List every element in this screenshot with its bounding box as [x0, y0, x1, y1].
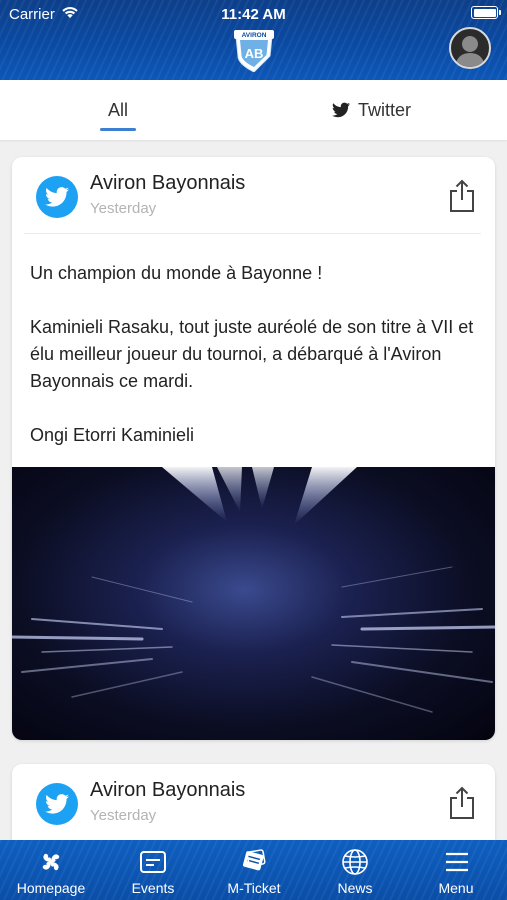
twitter-icon — [331, 102, 350, 118]
nav-homepage-label: Homepage — [16, 880, 86, 896]
post-author[interactable]: Aviron Bayonnais — [90, 779, 245, 802]
nav-menu[interactable]: Menu — [411, 840, 501, 900]
globe-icon — [342, 849, 368, 875]
share-icon[interactable] — [449, 179, 475, 213]
nav-events[interactable]: Events — [108, 840, 198, 900]
twitter-icon — [36, 783, 78, 825]
post-paragraph: Ongi Etorri Kaminieli — [30, 425, 195, 445]
events-icon — [140, 851, 166, 873]
aviron-bayonnais-logo[interactable]: AVIRON AB — [232, 26, 276, 72]
nav-m-ticket[interactable]: M-Ticket — [209, 840, 299, 900]
tab-twitter[interactable]: Twitter — [236, 80, 507, 140]
nav-events-label: Events — [131, 880, 175, 896]
share-icon[interactable] — [449, 786, 475, 820]
post-image[interactable] — [12, 467, 495, 740]
app-header: Carrier 11:42 AM AVIRON AB — [0, 0, 507, 80]
tab-all-label: All — [107, 99, 128, 120]
nav-news[interactable]: News — [310, 840, 400, 900]
post-time: Yesterday — [90, 807, 157, 824]
status-bar: Carrier 11:42 AM — [0, 0, 507, 28]
avatar-icon — [455, 36, 485, 67]
post-paragraph: Kaminieli Rasaku, tout juste auréolé de … — [30, 317, 474, 391]
tab-all[interactable]: All — [0, 80, 236, 140]
light-streaks-image — [12, 467, 495, 713]
active-tab-indicator — [100, 128, 136, 131]
logo-text: AVIRON — [242, 32, 267, 39]
lauburu-icon — [42, 853, 60, 871]
hamburger-icon — [446, 852, 468, 872]
post-author[interactable]: Aviron Bayonnais — [90, 172, 245, 195]
nav-homepage[interactable]: Homepage — [6, 840, 96, 900]
post-card[interactable]: Aviron Bayonnais Yesterday Un champion d… — [12, 157, 495, 740]
post-time: Yesterday — [90, 200, 157, 217]
nav-news-label: News — [337, 880, 373, 896]
battery-icon — [471, 6, 501, 19]
clock: 11:42 AM — [221, 6, 286, 23]
logo-letters: AB — [245, 46, 264, 61]
nav-menu-label: Menu — [438, 880, 474, 896]
bottom-nav: Homepage Events M-Ticket News Menu — [0, 840, 507, 900]
feed-tabs: All Twitter — [0, 80, 507, 140]
ticket-icon — [242, 849, 266, 871]
nav-m-ticket-label: M-Ticket — [227, 880, 281, 896]
tab-twitter-label: Twitter — [357, 99, 411, 120]
post-paragraph: Un champion du monde à Bayonne ! — [30, 263, 323, 283]
profile-avatar[interactable] — [449, 27, 491, 69]
post-header: Aviron Bayonnais Yesterday — [24, 764, 481, 841]
post-header: Aviron Bayonnais Yesterday — [24, 157, 481, 234]
twitter-icon — [36, 176, 78, 218]
